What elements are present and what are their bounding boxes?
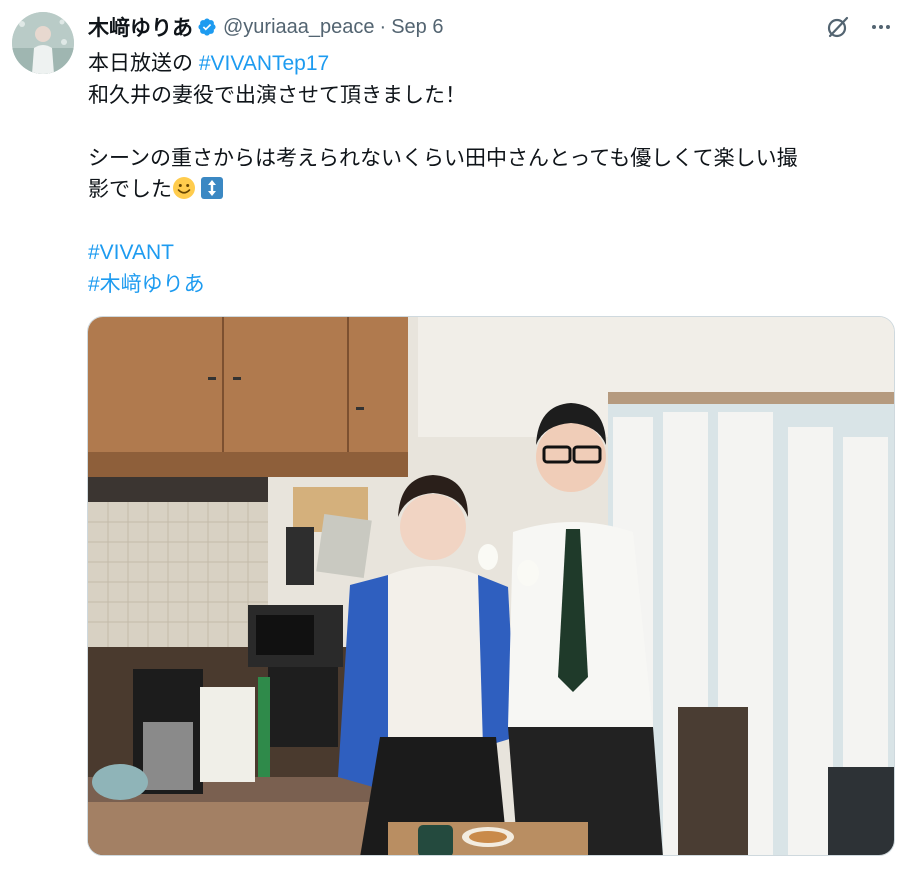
tweet-line-4-text: 影でした: [88, 178, 172, 201]
tweet-line-3: シーンの重さからは考えられないくらい田中さんとっても優しくて楽しい撮: [88, 146, 798, 170]
more-options-icon[interactable]: [869, 15, 893, 39]
line-break: [88, 111, 893, 143]
hashtag-vivantep17[interactable]: #VIVANTep17: [199, 52, 329, 75]
tweet-photo[interactable]: [87, 316, 895, 856]
avatar[interactable]: [12, 12, 74, 74]
hashtag-line-name: #木﨑ゆりあ: [88, 269, 893, 301]
verified-badge-icon: [198, 18, 216, 36]
tweet-line-2: 和久井の妻役で出演させて頂きました！: [88, 83, 466, 107]
up-down-arrow-emoji: [201, 177, 223, 199]
author-name[interactable]: 木﨑ゆりあ: [88, 12, 193, 42]
tweet-line-1-text: 本日放送の: [88, 52, 199, 75]
header-actions: [825, 14, 893, 40]
slightly-smiling-face-emoji: [173, 177, 195, 199]
tweet-date[interactable]: Sep 6: [391, 16, 443, 39]
tweet-text: 本日放送の #VIVANTep17 和久井の妻役で出演させて頂きました！ シーン…: [88, 48, 893, 300]
hashtag-vivant[interactable]: #VIVANT: [88, 241, 174, 264]
separator-dot: ·: [379, 15, 387, 38]
photo-image: [88, 317, 894, 855]
line-break: [88, 206, 893, 238]
author-handle[interactable]: @yuriaaa_peace: [223, 16, 375, 39]
hashtag-line-vivant: #VIVANT: [88, 237, 893, 269]
grok-icon[interactable]: [825, 14, 851, 40]
tweet-line-1: 本日放送の #VIVANTep17: [88, 48, 893, 80]
tweet-header: 木﨑ゆりあ @yuriaaa_peace · Sep 6: [88, 12, 893, 42]
avatar-image: [12, 12, 74, 74]
tweet-line-4: 影でした: [88, 174, 893, 206]
hashtag-kizaki-yuria[interactable]: #木﨑ゆりあ: [88, 273, 205, 296]
